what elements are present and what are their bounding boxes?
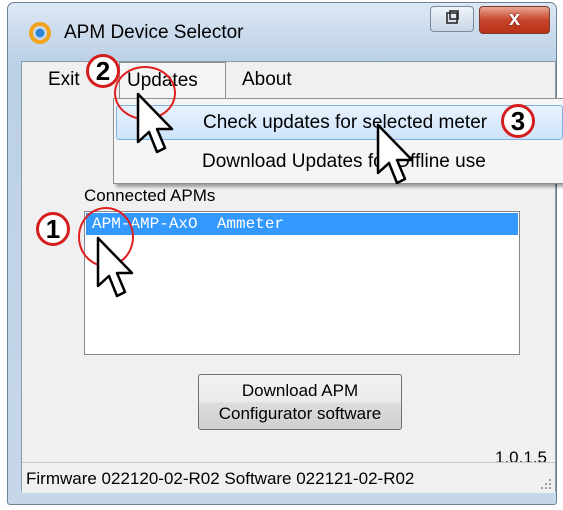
app-logo-icon <box>29 22 51 44</box>
button-label-line1: Download APM <box>241 381 359 400</box>
step-1-badge: 1 <box>36 212 70 246</box>
button-label-line2: Configurator software <box>218 404 382 423</box>
title-bar[interactable]: APM Device Selector x <box>8 3 556 61</box>
device-list[interactable]: APM-AMP-AxO Ammeter <box>84 211 520 355</box>
cursor-arrow-icon <box>376 123 414 185</box>
menu-item-label: Check updates for selected meter <box>203 112 488 133</box>
menu-item-download-offline[interactable]: Download Updates for Offline use <box>116 145 563 180</box>
status-text: Firmware 022120-02-R02 Software 022121-0… <box>26 469 415 488</box>
restore-button[interactable] <box>430 6 474 32</box>
step-2-badge: 2 <box>86 54 120 88</box>
menu-exit[interactable]: Exit <box>48 69 80 91</box>
cursor-arrow-icon <box>96 236 134 298</box>
cursor-arrow-icon <box>136 92 174 154</box>
status-bar: Firmware 022120-02-R02 Software 022121-0… <box>22 462 555 493</box>
resize-grip-icon[interactable] <box>540 478 552 490</box>
window-title: APM Device Selector <box>64 22 244 43</box>
restore-icon <box>446 10 459 24</box>
close-button[interactable]: x <box>479 6 550 34</box>
close-icon: x <box>508 8 521 30</box>
menu-about[interactable]: About <box>242 69 292 91</box>
step-3-badge: 3 <box>501 104 535 138</box>
updates-dropdown: Check updates for selected meter Downloa… <box>113 98 563 184</box>
menu-item-check-updates[interactable]: Check updates for selected meter <box>116 105 563 140</box>
menu-item-label: Download Updates for Offline use <box>202 151 486 172</box>
connected-apms-label: Connected APMs <box>84 186 216 205</box>
download-configurator-button[interactable]: Download APM Configurator software <box>198 374 402 430</box>
list-item[interactable]: APM-AMP-AxO Ammeter <box>86 213 518 235</box>
